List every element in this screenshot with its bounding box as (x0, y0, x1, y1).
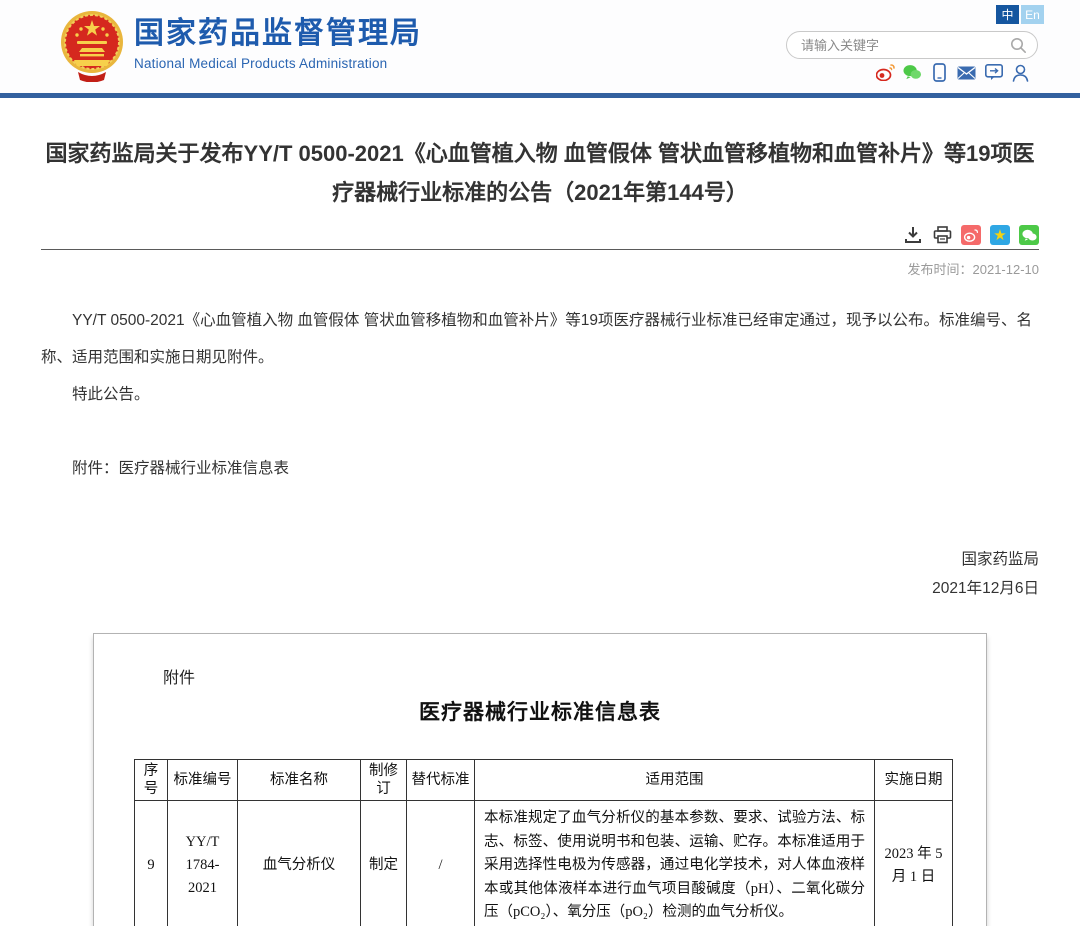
attachment-table-title: 医疗器械行业标准信息表 (94, 696, 986, 726)
qzone-star-glyph: ★ (993, 228, 1006, 243)
search-input[interactable] (801, 38, 1009, 53)
standards-table: 序号 标准编号 标准名称 制修订 替代标准 适用范围 实施日期 9 YY/T 1… (134, 759, 953, 926)
feedback-icon[interactable] (984, 63, 1003, 82)
col-header-name: 标准名称 (238, 760, 361, 801)
signature-block: 国家药监局 2021年12月6日 (41, 545, 1039, 603)
search-icon[interactable] (1009, 36, 1027, 54)
weibo-icon[interactable] (876, 63, 895, 82)
paragraph-announcement: YY/T 0500-2021《心血管植入物 血管假体 管状血管移植物和血管补片》… (41, 302, 1039, 376)
cell-scope: 本标准规定了血气分析仪的基本参数、要求、试验方法、标志、标签、使用说明书和包装、… (475, 801, 875, 926)
share-weibo-icon[interactable] (961, 225, 981, 245)
user-icon[interactable] (1011, 63, 1030, 82)
page-title: 国家药监局关于发布YY/T 0500-2021《心血管植入物 血管假体 管状血管… (45, 134, 1035, 212)
col-header-replacement: 替代标准 (407, 760, 475, 801)
col-header-scope: 适用范围 (475, 760, 875, 801)
print-icon[interactable] (932, 225, 952, 245)
cell-type: 制定 (361, 801, 407, 926)
table-header-row: 序号 标准编号 标准名称 制修订 替代标准 适用范围 实施日期 (135, 760, 953, 801)
title-divider (41, 249, 1039, 250)
share-qzone-icon[interactable]: ★ (990, 225, 1010, 245)
cell-date: 2023 年 5 月 1 日 (875, 801, 953, 926)
site-name-cn: 国家药品监督管理局 (134, 16, 422, 52)
col-header-date: 实施日期 (875, 760, 953, 801)
header-divider-bar (0, 93, 1080, 98)
article: 国家药监局关于发布YY/T 0500-2021《心血管植入物 血管假体 管状血管… (0, 134, 1080, 926)
share-wechat-icon[interactable] (1019, 225, 1039, 245)
download-icon[interactable] (903, 225, 923, 245)
col-header-code: 标准编号 (168, 760, 238, 801)
col-header-seq: 序号 (135, 760, 168, 801)
wechat-icon[interactable] (903, 63, 922, 82)
language-toggle: 中 En (996, 5, 1044, 24)
china-national-emblem-icon (60, 8, 124, 82)
publish-time: 发布时间：2021-12-10 (41, 259, 1039, 278)
cell-code: YY/T 1784-2021 (168, 801, 238, 926)
article-toolbar: ★ (41, 224, 1039, 246)
site-title: 国家药品监督管理局 National Medical Products Admi… (134, 16, 422, 71)
cell-replacement: / (407, 801, 475, 926)
attachment-label: 附件 (163, 664, 195, 688)
signature-org: 国家药监局 (41, 545, 1039, 574)
cell-name: 血气分析仪 (238, 801, 361, 926)
signature-date: 2021年12月6日 (41, 574, 1039, 603)
search-bar (786, 31, 1038, 59)
header-social-icons (876, 63, 1030, 82)
col-header-type: 制修订 (361, 760, 407, 801)
lang-zh-button[interactable]: 中 (996, 5, 1019, 24)
paragraph-attachment-ref: 附件：医疗器械行业标准信息表 (41, 450, 1039, 487)
page: 国家药品监督管理局 National Medical Products Admi… (0, 0, 1080, 926)
mail-icon[interactable] (957, 63, 976, 82)
article-body: YY/T 0500-2021《心血管植入物 血管假体 管状血管移植物和血管补片》… (41, 302, 1039, 487)
paragraph-hereby: 特此公告。 (41, 376, 1039, 413)
site-header: 国家药品监督管理局 National Medical Products Admi… (0, 0, 1080, 93)
lang-en-button[interactable]: En (1021, 5, 1044, 24)
site-name-en: National Medical Products Administration (134, 56, 422, 71)
table-row: 9 YY/T 1784-2021 血气分析仪 制定 / 本标准规定了血气分析仪的… (135, 801, 953, 926)
cell-seq: 9 (135, 801, 168, 926)
attachment-document: 附件 医疗器械行业标准信息表 序号 标准编号 标准名称 制修订 替代标准 适用范… (93, 633, 987, 926)
mobile-icon[interactable] (930, 63, 949, 82)
